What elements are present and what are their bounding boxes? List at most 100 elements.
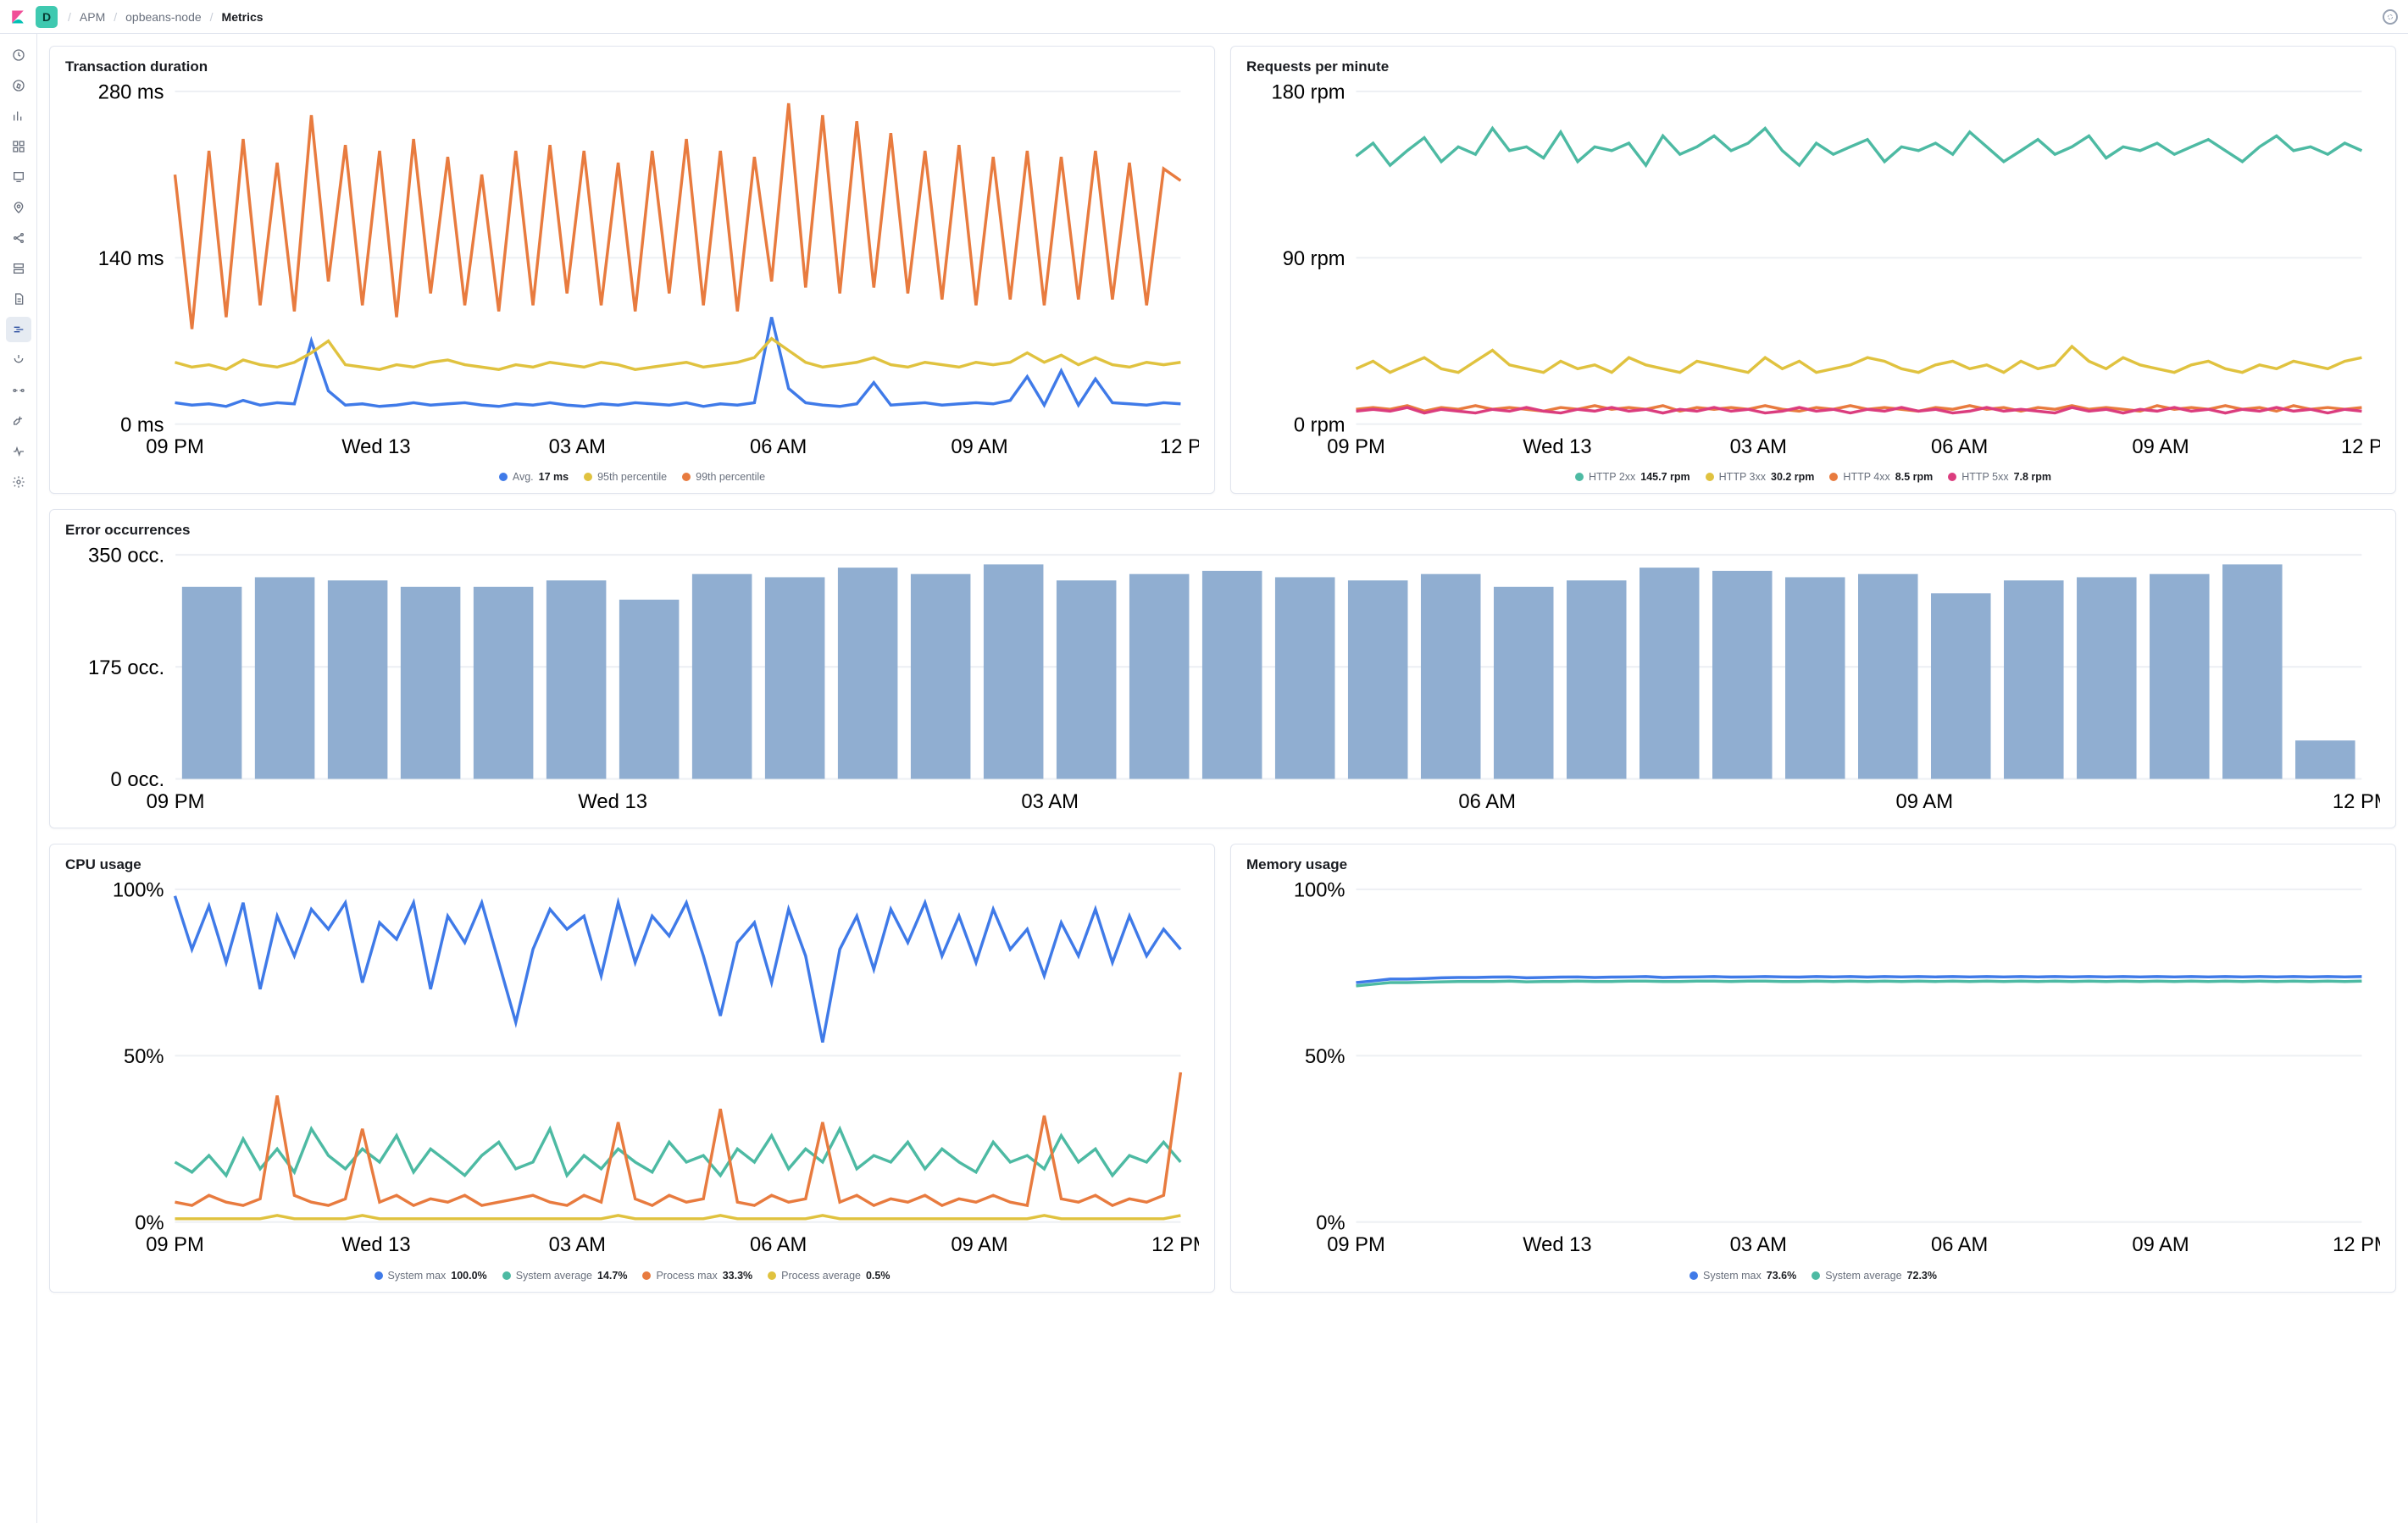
legend-dot-icon <box>1812 1271 1820 1280</box>
svg-text:90 rpm: 90 rpm <box>1283 248 1345 270</box>
panel-memory-usage: Memory usage 0%50%100%09 PMWed 1303 AM06… <box>1230 844 2396 1292</box>
chart-memory[interactable]: 0%50%100%09 PMWed 1303 AM06 AM09 AM12 PM <box>1246 878 2380 1262</box>
infra-icon[interactable] <box>6 256 31 281</box>
legend-dot-icon <box>642 1271 651 1280</box>
legend-item[interactable]: Process max 33.3% <box>642 1270 752 1282</box>
svg-text:09 PM: 09 PM <box>1327 436 1385 458</box>
legend-dot-icon <box>1689 1271 1698 1280</box>
breadcrumb-apm[interactable]: APM <box>80 10 105 24</box>
svg-text:0%: 0% <box>1316 1213 1345 1235</box>
svg-text:100%: 100% <box>1294 880 1345 902</box>
canvas-icon[interactable] <box>6 164 31 190</box>
visualize-icon[interactable] <box>6 103 31 129</box>
ml-icon[interactable] <box>6 225 31 251</box>
svg-text:09 PM: 09 PM <box>1327 1235 1385 1257</box>
svg-text:09 AM: 09 AM <box>951 436 1007 458</box>
legend-item[interactable]: System average 72.3% <box>1812 1270 1937 1282</box>
svg-text:06 AM: 06 AM <box>750 436 807 458</box>
svg-text:0 occ.: 0 occ. <box>110 768 164 791</box>
apm-icon[interactable] <box>6 317 31 342</box>
svg-text:12 PM: 12 PM <box>1151 1235 1199 1257</box>
legend-rpm: HTTP 2xx 145.7 rpmHTTP 3xx 30.2 rpmHTTP … <box>1246 464 2380 485</box>
legend-item[interactable]: HTTP 5xx 7.8 rpm <box>1948 471 2051 483</box>
panel-transaction-duration: Transaction duration 0 ms140 ms280 ms09 … <box>49 46 1215 494</box>
maps-icon[interactable] <box>6 195 31 220</box>
side-nav <box>0 34 37 1523</box>
legend-dot-icon <box>1575 473 1584 481</box>
svg-text:Wed 13: Wed 13 <box>341 436 410 458</box>
management-icon[interactable] <box>6 469 31 495</box>
svg-text:12 PM: 12 PM <box>2333 1235 2380 1257</box>
svg-text:100%: 100% <box>113 880 164 902</box>
panel-title: Error occurrences <box>65 522 2380 539</box>
legend-cpu: System max 100.0% System average 14.7% Pro… <box>65 1263 1199 1283</box>
monitor-icon[interactable] <box>6 439 31 464</box>
logs-icon[interactable] <box>6 286 31 312</box>
siem-icon[interactable] <box>6 378 31 403</box>
legend-transaction-duration: Avg. 17 ms 95th percentile 99th percentile <box>65 464 1199 485</box>
discover-icon[interactable] <box>6 73 31 98</box>
svg-text:09 AM: 09 AM <box>2132 436 2189 458</box>
svg-text:03 AM: 03 AM <box>549 436 606 458</box>
space-selector[interactable]: D <box>36 6 58 28</box>
legend-label: HTTP 2xx <box>1589 471 1635 483</box>
panel-cpu-usage: CPU usage 0%50%100%09 PMWed 1303 AM06 AM… <box>49 844 1215 1292</box>
svg-text:09 PM: 09 PM <box>146 436 204 458</box>
svg-text:175 occ.: 175 occ. <box>88 656 164 679</box>
legend-value: 7.8 rpm <box>2014 471 2051 483</box>
chart-transaction-duration[interactable]: 0 ms140 ms280 ms09 PMWed 1303 AM06 AM09 … <box>65 80 1199 464</box>
uptime-icon[interactable] <box>6 347 31 373</box>
legend-item[interactable]: Avg. 17 ms <box>499 471 569 483</box>
legend-item[interactable]: 99th percentile <box>682 471 765 483</box>
svg-text:0%: 0% <box>135 1213 164 1235</box>
svg-text:09 AM: 09 AM <box>951 1235 1007 1257</box>
legend-label: HTTP 5xx <box>1961 471 2008 483</box>
panel-title: Transaction duration <box>65 58 1199 75</box>
svg-text:09 PM: 09 PM <box>146 1235 204 1257</box>
svg-text:180 rpm: 180 rpm <box>1272 82 1345 104</box>
chart-rpm[interactable]: 0 rpm90 rpm180 rpm09 PMWed 1303 AM06 AM0… <box>1246 80 2380 464</box>
help-icon[interactable] <box>2383 9 2398 25</box>
legend-item[interactable]: System average 14.7% <box>502 1270 628 1282</box>
legend-item[interactable]: HTTP 4xx 8.5 rpm <box>1829 471 1933 483</box>
legend-value: 73.6% <box>1767 1270 1796 1282</box>
panel-title: CPU usage <box>65 856 1199 873</box>
kibana-logo-icon[interactable] <box>10 9 25 25</box>
chart-cpu[interactable]: 0%50%100%09 PMWed 1303 AM06 AM09 AM12 PM <box>65 878 1199 1262</box>
breadcrumb-current: Metrics <box>222 10 264 24</box>
legend-item[interactable]: HTTP 3xx 30.2 rpm <box>1706 471 1815 483</box>
legend-item[interactable]: 95th percentile <box>584 471 667 483</box>
panel-title: Memory usage <box>1246 856 2380 873</box>
svg-text:03 AM: 03 AM <box>549 1235 606 1257</box>
legend-dot-icon <box>584 473 592 481</box>
svg-text:03 AM: 03 AM <box>1021 790 1079 813</box>
svg-text:Wed 13: Wed 13 <box>1523 1235 1591 1257</box>
svg-text:12 PM: 12 PM <box>2333 790 2380 813</box>
legend-label: 95th percentile <box>597 471 667 483</box>
legend-label: System average <box>516 1270 592 1282</box>
svg-text:140 ms: 140 ms <box>98 248 164 270</box>
legend-item[interactable]: HTTP 2xx 145.7 rpm <box>1575 471 1690 483</box>
legend-value: 145.7 rpm <box>1640 471 1689 483</box>
panel-title: Requests per minute <box>1246 58 2380 75</box>
legend-item[interactable]: System max 73.6% <box>1689 1270 1796 1282</box>
svg-text:0 ms: 0 ms <box>120 414 164 436</box>
legend-label: HTTP 3xx <box>1719 471 1766 483</box>
legend-value: 72.3% <box>1907 1270 1937 1282</box>
panel-requests-per-minute: Requests per minute 0 rpm 90 rpm 180 rpm 09… <box>1230 46 2396 494</box>
legend-dot-icon <box>1829 473 1838 481</box>
svg-text:0 rpm: 0 rpm <box>1294 414 1345 436</box>
breadcrumb-service[interactable]: opbeans-node <box>125 10 202 24</box>
svg-text:Wed 13: Wed 13 <box>341 1235 410 1257</box>
chart-errors[interactable]: 0 occ.175 occ.350 occ.09 PMWed 1303 AM06… <box>65 544 2380 819</box>
legend-label: 99th percentile <box>696 471 765 483</box>
svg-text:50%: 50% <box>124 1046 164 1068</box>
legend-dot-icon <box>1706 473 1714 481</box>
devtools-icon[interactable] <box>6 408 31 434</box>
recent-icon[interactable] <box>6 42 31 68</box>
topbar: D / APM / opbeans-node / Metrics <box>0 0 2408 34</box>
legend-item[interactable]: System max 100.0% <box>375 1270 487 1282</box>
legend-item[interactable]: Process average 0.5% <box>768 1270 890 1282</box>
legend-value: 0.5% <box>866 1270 891 1282</box>
dashboard-icon[interactable] <box>6 134 31 159</box>
